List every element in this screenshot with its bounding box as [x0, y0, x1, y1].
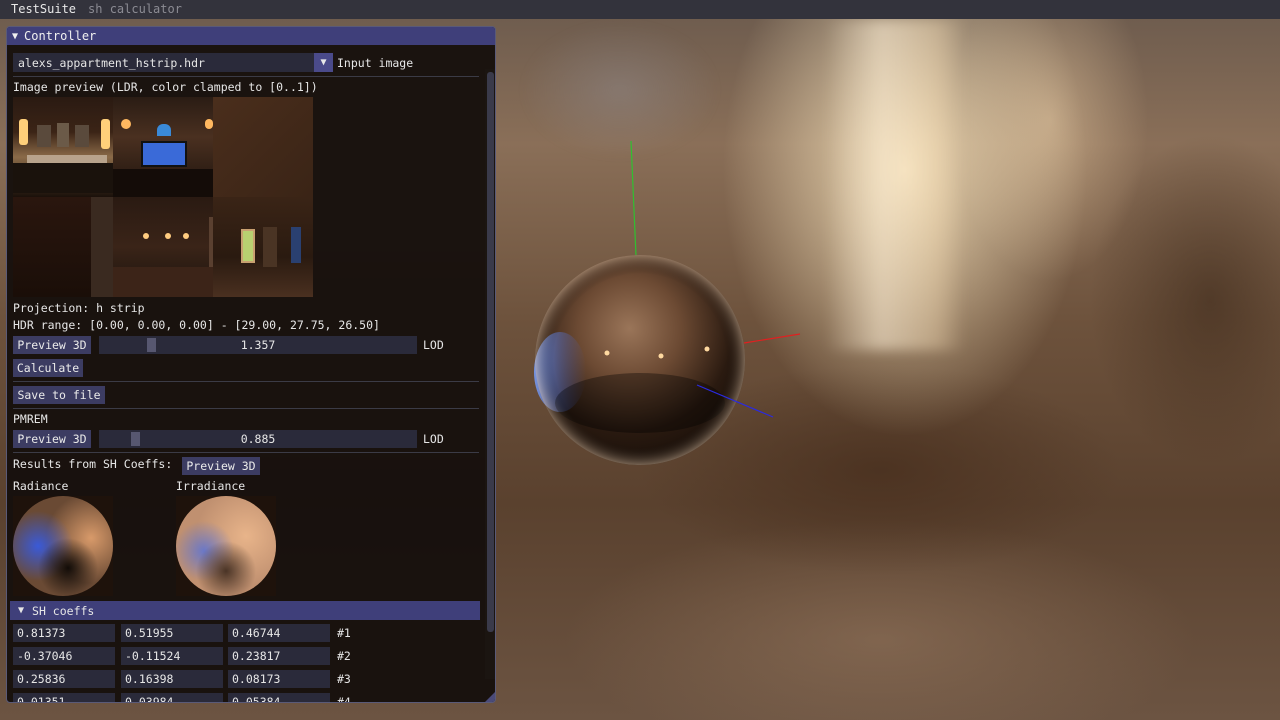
- sh-preview-3d-button[interactable]: Preview 3D: [182, 457, 260, 475]
- coeff-row-index: #2: [337, 649, 351, 663]
- preview-face-3: [213, 97, 313, 197]
- coeff-cell[interactable]: 0.05384: [228, 693, 330, 702]
- axis-y-line: [630, 140, 637, 257]
- radiance-preview: [13, 496, 113, 596]
- input-image-label: Input image: [337, 56, 414, 70]
- preview-face-6: [213, 197, 313, 297]
- coeff-cell[interactable]: 0.81373: [13, 624, 115, 642]
- image-preview: [13, 97, 313, 297]
- panel-title-bar[interactable]: ▼ Controller: [7, 27, 495, 45]
- calculate-button[interactable]: Calculate: [13, 359, 83, 377]
- preview-3d-button[interactable]: Preview 3D: [13, 336, 91, 354]
- coeff-cell[interactable]: 0.25836: [13, 670, 115, 688]
- projection-text: Projection: h strip: [13, 301, 145, 315]
- panel-title: Controller: [24, 29, 97, 43]
- separator: [13, 452, 479, 453]
- coeff-cell[interactable]: -0.11524: [121, 647, 223, 665]
- coeff-cell[interactable]: 0.51955: [121, 624, 223, 642]
- pmrem-lod-slider[interactable]: 0.885: [99, 430, 417, 448]
- collapse-triangle-icon[interactable]: ▼: [18, 605, 24, 616]
- coeff-cell[interactable]: 0.46744: [228, 624, 330, 642]
- panel-scrollbar[interactable]: [485, 69, 495, 679]
- axis-x-line: [743, 333, 801, 344]
- pmrem-lod-slider-value: 0.885: [240, 432, 276, 446]
- sh-coeffs-header[interactable]: ▼ SH coeffs: [10, 601, 480, 620]
- image-preview-label: Image preview (LDR, color clamped to [0.…: [13, 80, 318, 94]
- coeff-row-index: #3: [337, 672, 351, 686]
- preview-face-2: [113, 97, 213, 197]
- irradiance-preview: [176, 496, 276, 596]
- save-to-file-button[interactable]: Save to file: [13, 386, 105, 404]
- input-image-combo[interactable]: alexs_appartment_hstrip.hdr ▼: [13, 53, 333, 72]
- sphere-rim: [535, 255, 745, 465]
- separator: [13, 408, 479, 409]
- resize-grip-icon[interactable]: [485, 692, 495, 702]
- sphere-light-1: [604, 350, 610, 356]
- lod-slider-value: 1.357: [240, 338, 276, 352]
- panel-scrollbar-thumb[interactable]: [487, 72, 494, 632]
- menu-sh-calculator[interactable]: sh calculator: [84, 0, 190, 19]
- coeff-cell[interactable]: 0.08173: [228, 670, 330, 688]
- coeff-cell[interactable]: 0.03984: [121, 693, 223, 702]
- preview-face-5: [113, 197, 213, 297]
- sphere-light-2: [658, 353, 664, 359]
- hdr-range-text: HDR range: [0.00, 0.00, 0.00] - [29.00, …: [13, 318, 380, 332]
- sphere-light-3: [704, 346, 710, 352]
- lod-label: LOD: [423, 338, 444, 352]
- coeff-cell[interactable]: 0.01351: [13, 693, 115, 702]
- separator: [13, 381, 479, 382]
- pmrem-lod-label: LOD: [423, 432, 444, 446]
- sh-coeffs-title: SH coeffs: [32, 603, 95, 618]
- coeff-cell[interactable]: -0.37046: [13, 647, 115, 665]
- menu-testsuite[interactable]: TestSuite: [0, 0, 84, 19]
- menu-bar: TestSuite sh calculator: [0, 0, 1280, 19]
- pmrem-label: PMREM: [13, 412, 48, 426]
- coeff-cell[interactable]: 0.23817: [228, 647, 330, 665]
- coeff-cell[interactable]: 0.16398: [121, 670, 223, 688]
- preview-face-1: [13, 97, 113, 197]
- combo-arrow-icon[interactable]: ▼: [314, 53, 333, 72]
- input-image-value: alexs_appartment_hstrip.hdr: [18, 55, 205, 70]
- preview-face-4: [13, 197, 113, 297]
- coeff-row-index: #1: [337, 626, 351, 640]
- coeff-row-index: #4: [337, 695, 351, 703]
- radiance-label: Radiance: [13, 479, 69, 493]
- collapse-triangle-icon[interactable]: ▼: [12, 31, 18, 42]
- irradiance-label: Irradiance: [176, 479, 246, 493]
- controller-panel: ▼ Controller alexs_appartment_hstrip.hdr…: [6, 26, 496, 703]
- lod-slider[interactable]: 1.357: [99, 336, 417, 354]
- separator: [13, 76, 479, 77]
- results-label: Results from SH Coeffs:: [13, 457, 173, 471]
- pmrem-preview-3d-button[interactable]: Preview 3D: [13, 430, 91, 448]
